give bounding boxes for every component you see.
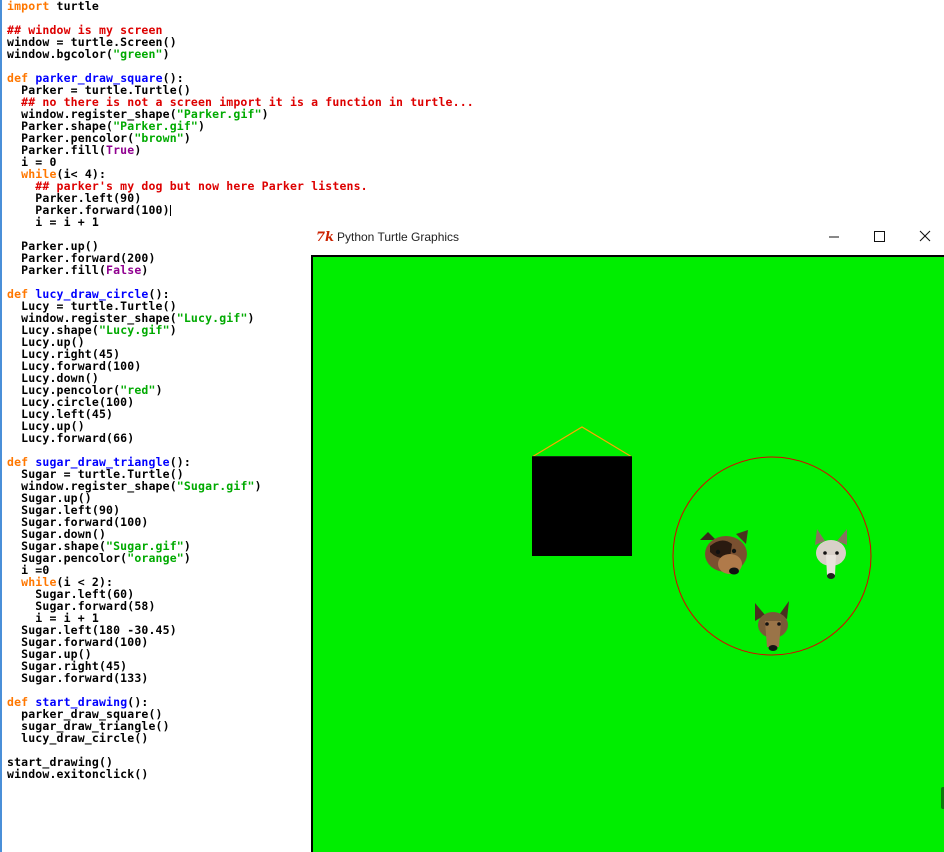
code-token: "orange" <box>127 551 184 565</box>
text-cursor <box>169 205 171 216</box>
window-title: Python Turtle Graphics <box>337 230 460 244</box>
minimize-button[interactable] <box>811 222 857 252</box>
editor-gutter <box>0 0 2 852</box>
code-line[interactable]: window.bgcolor("green") <box>7 48 170 60</box>
close-button[interactable] <box>902 222 944 252</box>
parker-dog-icon <box>700 530 748 575</box>
code-token: i = i + 1 <box>7 215 99 229</box>
code-token: Parker.fill( <box>7 263 107 277</box>
minimize-icon <box>829 236 839 238</box>
code-line[interactable]: lucy_draw_circle() <box>7 732 148 744</box>
canvas-frame <box>311 255 944 852</box>
maximize-icon <box>874 231 885 242</box>
tk-app-icon: 7k <box>316 230 335 245</box>
lucy-dog-icon <box>755 601 789 651</box>
code-token: "Lucy.gif" <box>176 311 248 325</box>
code-line[interactable]: i = i + 1 <box>7 216 99 228</box>
code-token: ) <box>162 47 170 61</box>
code-line[interactable]: window.exitonclick() <box>7 768 148 780</box>
code-token: False <box>106 263 142 277</box>
code-token: window.bgcolor( <box>7 47 114 61</box>
code-token: ) <box>169 323 177 337</box>
turtle-canvas[interactable] <box>313 257 944 852</box>
code-token: turtle <box>49 0 99 13</box>
code-token: lucy_draw_circle() <box>7 731 149 745</box>
code-token: "green" <box>113 47 163 61</box>
code-line[interactable]: import turtle <box>7 0 99 12</box>
code-token: "Sugar.gif" <box>176 479 255 493</box>
code-token: window.exitonclick() <box>7 767 149 781</box>
turtle-graphics-window[interactable]: 7k Python Turtle Graphics <box>311 222 944 852</box>
code-token: import <box>7 0 50 13</box>
code-line[interactable]: Parker.fill(False) <box>7 264 148 276</box>
turtle-drawing <box>531 426 872 656</box>
code-token: ) <box>141 263 149 277</box>
sugar-dog-icon <box>815 529 847 579</box>
code-token: "Lucy.gif" <box>98 323 170 337</box>
close-icon <box>919 230 931 242</box>
code-token: ) <box>183 131 191 145</box>
code-line[interactable]: Lucy.forward(66) <box>7 432 134 444</box>
code-token: "brown" <box>134 131 184 145</box>
code-token: ) <box>134 143 142 157</box>
title-bar[interactable]: 7k Python Turtle Graphics <box>311 222 944 255</box>
code-token: ) <box>254 479 262 493</box>
maximize-button[interactable] <box>856 222 902 252</box>
code-token: ) <box>155 383 163 397</box>
code-token: Sugar.forward(133) <box>7 671 149 685</box>
orange-triangle <box>531 426 633 458</box>
code-token: ) <box>198 119 206 133</box>
black-square <box>532 456 632 556</box>
code-token: True <box>106 143 135 157</box>
code-token: Lucy.forward(66) <box>7 431 135 445</box>
code-token: ) <box>247 311 255 325</box>
code-token: ) <box>261 107 269 121</box>
code-token: ) <box>183 551 191 565</box>
code-line[interactable]: Sugar.forward(133) <box>7 672 148 684</box>
